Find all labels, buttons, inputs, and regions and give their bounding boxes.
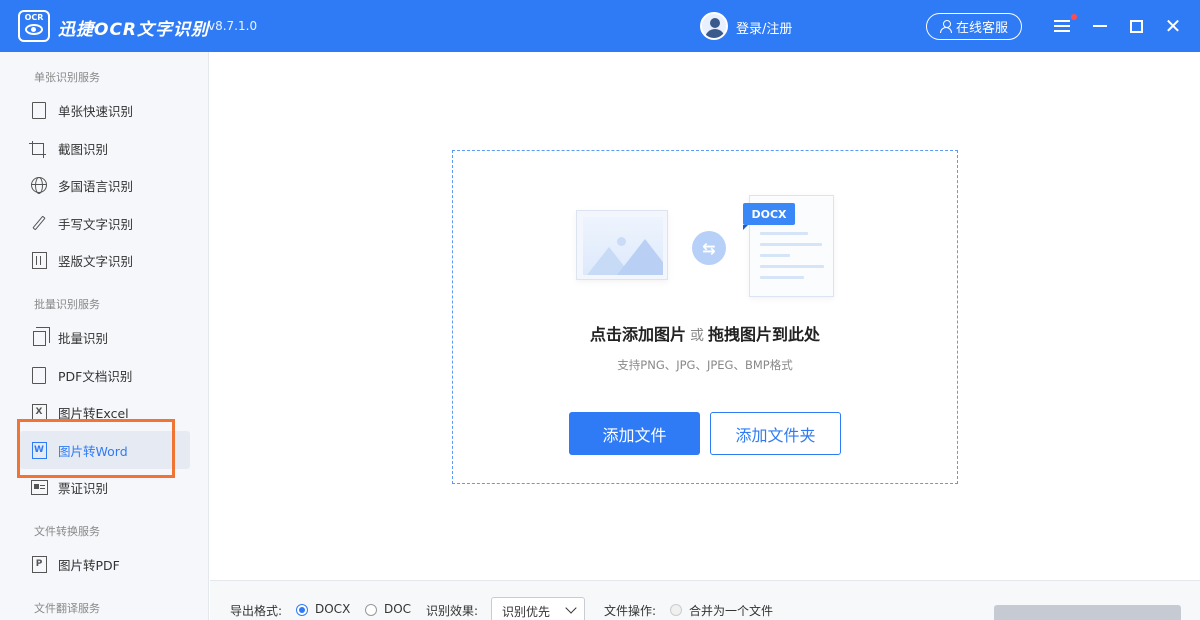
online-service-label: 在线客服	[955, 21, 1008, 36]
sidebar-item-label: 图片转PDF	[58, 557, 120, 573]
sidebar-item-handwriting[interactable]: 手写文字识别	[30, 211, 133, 235]
sidebar-item-vertical[interactable]: 竖版文字识别	[30, 248, 133, 272]
crop-icon	[29, 139, 48, 158]
supported-formats-text: 支持PNG、JPG、JPEG、BMP格式	[617, 358, 793, 372]
chevron-down-icon	[565, 602, 577, 614]
pdf-convert-icon: P	[30, 555, 48, 573]
recognition-effect-value: 识别优先	[502, 605, 551, 619]
drop-title-part1: 点击添加图片	[589, 325, 686, 344]
minimize-icon[interactable]	[1088, 14, 1112, 38]
bottom-options-bar: 导出格式: DOCX DOC 识别效果: 识别优先 文件操作: 合并为一个文件	[210, 580, 1200, 620]
login-register-link[interactable]: 登录/注册	[736, 18, 792, 37]
sidebar-item-label: 截图识别	[58, 141, 109, 157]
sidebar-item-screenshot[interactable]: 截图识别	[29, 136, 109, 160]
add-file-button[interactable]: 添加文件	[569, 412, 700, 455]
close-icon[interactable]: ✕	[1161, 14, 1185, 38]
sidebar-item-label: 批量识别	[58, 330, 109, 346]
drop-title: 点击添加图片或拖拽图片到此处	[452, 321, 958, 345]
section-title-batch: 批量识别服务	[34, 298, 100, 311]
section-title-convert: 文件转换服务	[34, 525, 100, 538]
recognition-effect-label: 识别效果:	[426, 604, 479, 618]
export-docx-label[interactable]: DOCX	[315, 602, 350, 616]
app-logo-icon: OCR	[18, 10, 50, 42]
start-conversion-button[interactable]	[994, 605, 1181, 620]
export-doc-label[interactable]: DOC	[384, 602, 411, 616]
sidebar-item-pdf[interactable]: PDF文档识别	[30, 363, 132, 387]
sidebar-item-batch[interactable]: 批量识别	[30, 325, 108, 349]
highlight-annotation	[17, 419, 175, 478]
user-avatar-icon[interactable]	[700, 12, 728, 40]
sidebar-item-single-quick[interactable]: 单张快速识别	[30, 98, 133, 122]
export-format-label: 导出格式:	[230, 604, 283, 618]
pdf-icon	[30, 366, 48, 384]
merge-file-radio[interactable]	[670, 604, 682, 616]
convert-arrows-icon: ⇆	[692, 231, 726, 265]
notification-dot-icon	[1071, 14, 1077, 20]
logo-text: OCR	[24, 13, 44, 22]
sidebar-item-multilang[interactable]: 多国语言识别	[30, 173, 133, 197]
sidebar-item-label: 票证识别	[58, 480, 109, 496]
sidebar-item-label: 手写文字识别	[58, 216, 134, 232]
drop-zone[interactable]	[452, 150, 958, 484]
export-docx-radio[interactable]	[296, 604, 308, 616]
vertical-text-icon	[30, 251, 48, 269]
export-doc-radio[interactable]	[365, 604, 377, 616]
sidebar-item-label: 竖版文字识别	[58, 253, 134, 269]
title-bar: OCR 迅捷OCR文字识别 v8.7.1.0 登录/注册 在线客服 ✕	[0, 0, 1200, 52]
image-illustration-icon	[576, 210, 668, 280]
ticket-icon	[30, 478, 48, 496]
person-icon	[939, 20, 952, 33]
maximize-icon[interactable]	[1124, 14, 1148, 38]
sidebar-item-ticket[interactable]: 票证识别	[30, 475, 108, 499]
online-service-button[interactable]: 在线客服	[926, 13, 1022, 40]
add-folder-button[interactable]: 添加文件夹	[710, 412, 841, 455]
sidebar: 单张识别服务 单张快速识别 截图识别 多国语言识别 手写文字识别 竖版文字识别 …	[0, 52, 209, 620]
recognition-effect-select[interactable]: 识别优先	[491, 597, 585, 620]
app-version: v8.7.1.0	[208, 19, 258, 33]
globe-icon	[30, 176, 48, 194]
sidebar-item-label: 单张快速识别	[58, 103, 134, 119]
docx-badge: DOCX	[743, 203, 795, 230]
merge-file-label[interactable]: 合并为一个文件	[689, 602, 773, 619]
sidebar-item-label: 多国语言识别	[58, 178, 134, 194]
section-title-translate: 文件翻译服务	[34, 602, 100, 615]
file-operation-label: 文件操作:	[604, 604, 657, 618]
app-name: 迅捷OCR文字识别	[58, 20, 210, 40]
drop-title-part2: 拖拽图片到此处	[708, 325, 821, 344]
sidebar-item-label: PDF文档识别	[58, 368, 133, 384]
document-icon	[30, 101, 48, 119]
pen-icon	[30, 214, 48, 232]
section-title-single: 单张识别服务	[34, 71, 100, 84]
sidebar-item-to-pdf[interactable]: P 图片转PDF	[30, 552, 120, 576]
drop-title-or: 或	[690, 328, 704, 344]
batch-icon	[30, 327, 50, 346]
